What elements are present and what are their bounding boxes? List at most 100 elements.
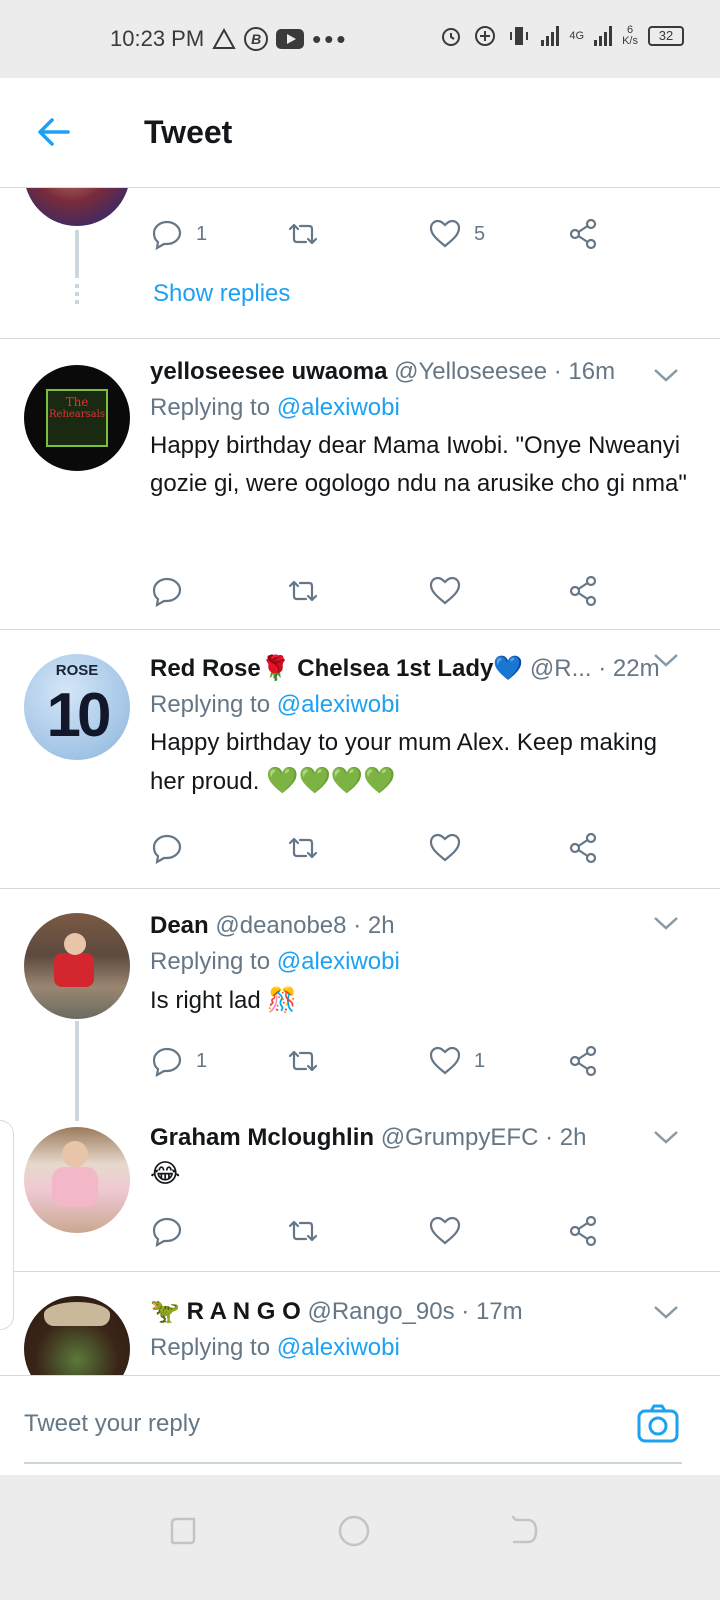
tweet-graham[interactable]: Graham Mcloughlin @GrumpyEFC · 2h 😂: [0, 1099, 720, 1271]
retweet-button[interactable]: [286, 1041, 320, 1081]
avatar[interactable]: ROSE 10: [24, 654, 130, 760]
back-arrow-icon[interactable]: [34, 112, 74, 152]
tweet-text: 😂: [150, 1159, 181, 1189]
reply-button[interactable]: 1: [150, 214, 207, 254]
tweet-partial[interactable]: 1 5 Show replies: [0, 188, 720, 338]
replying-to-mention[interactable]: @alexiwobi: [277, 394, 400, 421]
tweet-content: 🦖 R A N G O @Rango_90s · 17m Replying to…: [150, 1294, 690, 1367]
tweet-rango[interactable]: 🦖 R A N G O @Rango_90s · 17m Replying to…: [0, 1272, 720, 1375]
share-icon: [569, 575, 597, 607]
replying-to: Replying to @alexiwobi: [150, 943, 690, 981]
retweet-button[interactable]: [286, 571, 320, 611]
share-button[interactable]: [566, 828, 600, 868]
reply-icon: [152, 1217, 182, 1248]
dinosaur-emoji: 🦖: [150, 1297, 180, 1325]
tweet-dean[interactable]: Dean @deanobe8 · 2h Replying to @alexiwo…: [0, 889, 720, 1121]
replying-to-label: Replying to: [150, 1334, 271, 1361]
reply-button[interactable]: [150, 571, 184, 611]
avatar-text: Rehearsals: [49, 409, 105, 420]
like-button[interactable]: [428, 571, 462, 611]
replying-to: Replying to @alexiwobi: [150, 686, 690, 724]
replying-to: Replying to @alexiwobi: [150, 1329, 690, 1367]
share-button[interactable]: [566, 1041, 600, 1081]
tweet-header: yelloseesee uwaoma @Yelloseesee · 16m: [150, 355, 690, 389]
tweet-content: Red Rose🌹 Chelsea 1st Lady💙 @R... · 22m …: [150, 652, 690, 801]
camera-icon[interactable]: [636, 1402, 680, 1446]
chevron-down-icon[interactable]: [652, 1302, 680, 1322]
display-name[interactable]: Red Rose🌹 Chelsea 1st Lady💙: [150, 655, 523, 682]
reply-icon: [152, 577, 182, 608]
avatar[interactable]: [24, 188, 130, 226]
tweet-yelloseesee[interactable]: The Rehearsals yelloseesee uwaoma @Yello…: [0, 339, 720, 629]
like-button[interactable]: 1: [428, 1041, 485, 1081]
data-saver-icon: [473, 24, 497, 48]
retweet-icon: [288, 223, 318, 245]
retweet-button[interactable]: [286, 828, 320, 868]
heart-icon: [429, 833, 461, 862]
share-button[interactable]: [566, 1211, 600, 1251]
chevron-down-icon[interactable]: [652, 1127, 680, 1147]
retweet-icon: [288, 837, 318, 859]
status-bar: 10:23 PM B ••• 4G 6 K/s 32: [0, 0, 720, 78]
avatar[interactable]: [24, 1127, 130, 1233]
like-button[interactable]: [428, 1211, 462, 1251]
user-handle: @Yelloseesee: [394, 358, 548, 385]
chevron-down-icon[interactable]: [652, 365, 680, 385]
reply-bar: Tweet your reply: [0, 1375, 720, 1475]
replying-to-mention[interactable]: @alexiwobi: [277, 1334, 400, 1361]
heart-icon: [429, 576, 461, 605]
avatar-hat: [44, 1302, 110, 1326]
app-b-icon: B: [244, 27, 269, 51]
reply-input[interactable]: Tweet your reply: [24, 1410, 200, 1438]
tweet-header: Graham Mcloughlin @GrumpyEFC · 2h: [150, 1121, 690, 1155]
retweet-button[interactable]: [286, 214, 320, 254]
status-bar-right: 4G 6 K/s 32: [439, 24, 684, 48]
status-bar-left: 10:23 PM B •••: [110, 26, 348, 52]
top-app-bar: Tweet: [0, 78, 720, 188]
avatar[interactable]: The Rehearsals: [24, 365, 130, 471]
display-name[interactable]: Dean: [150, 912, 209, 939]
share-button[interactable]: [566, 571, 600, 611]
tweet-text: Is right lad 🎊: [150, 981, 690, 1020]
signal-1-icon: [541, 26, 560, 46]
reply-button[interactable]: [150, 1211, 184, 1251]
thread-dot: [75, 292, 79, 296]
replies-feed[interactable]: 1 5 Show replies The Rehearsals yellosee…: [0, 188, 720, 1375]
reply-icon: [152, 834, 182, 865]
display-name[interactable]: R A N G O: [187, 1298, 301, 1325]
replying-to: Replying to @alexiwobi: [150, 389, 690, 427]
like-button[interactable]: 5: [428, 214, 485, 254]
tweet-header: Dean @deanobe8 · 2h: [150, 909, 690, 943]
display-name[interactable]: yelloseesee uwaoma: [150, 358, 387, 385]
like-button[interactable]: [428, 828, 462, 868]
back-button-icon[interactable]: [504, 1511, 544, 1551]
replying-to-mention[interactable]: @alexiwobi: [277, 691, 400, 718]
net-speed: 6 K/s: [622, 25, 638, 47]
replying-to-label: Replying to: [150, 691, 271, 718]
tweet-time: · 2h: [353, 912, 395, 939]
more-notifications-icon: •••: [312, 24, 349, 54]
tweet-header: Red Rose🌹 Chelsea 1st Lady💙 @R... · 22m: [150, 652, 690, 686]
chevron-down-icon[interactable]: [652, 650, 680, 670]
tweet-content: Graham Mcloughlin @GrumpyEFC · 2h 😂: [150, 1121, 690, 1193]
display-name[interactable]: Graham Mcloughlin: [150, 1124, 374, 1151]
share-button[interactable]: [566, 214, 600, 254]
replying-to-mention[interactable]: @alexiwobi: [277, 948, 400, 975]
side-panel-handle[interactable]: [0, 1120, 14, 1330]
user-handle: @GrumpyEFC: [380, 1124, 539, 1151]
tweet-text: Happy birthday to your mum Alex. Keep ma…: [150, 724, 690, 801]
avatar-text: The: [65, 395, 89, 409]
avatar[interactable]: [24, 1296, 130, 1375]
avatar[interactable]: [24, 913, 130, 1019]
reply-button[interactable]: 1: [150, 1041, 207, 1081]
chevron-down-icon[interactable]: [652, 913, 680, 933]
user-handle: @Rango_90s: [307, 1298, 455, 1325]
home-button-icon[interactable]: [334, 1511, 374, 1551]
heart-icon: [429, 1046, 461, 1075]
retweet-button[interactable]: [286, 1211, 320, 1251]
show-replies-link[interactable]: Show replies: [153, 280, 290, 308]
share-icon: [569, 832, 597, 864]
reply-button[interactable]: [150, 828, 184, 868]
tweet-red-rose[interactable]: ROSE 10 Red Rose🌹 Chelsea 1st Lady💙 @R..…: [0, 630, 720, 888]
recents-button-icon[interactable]: [164, 1511, 204, 1551]
